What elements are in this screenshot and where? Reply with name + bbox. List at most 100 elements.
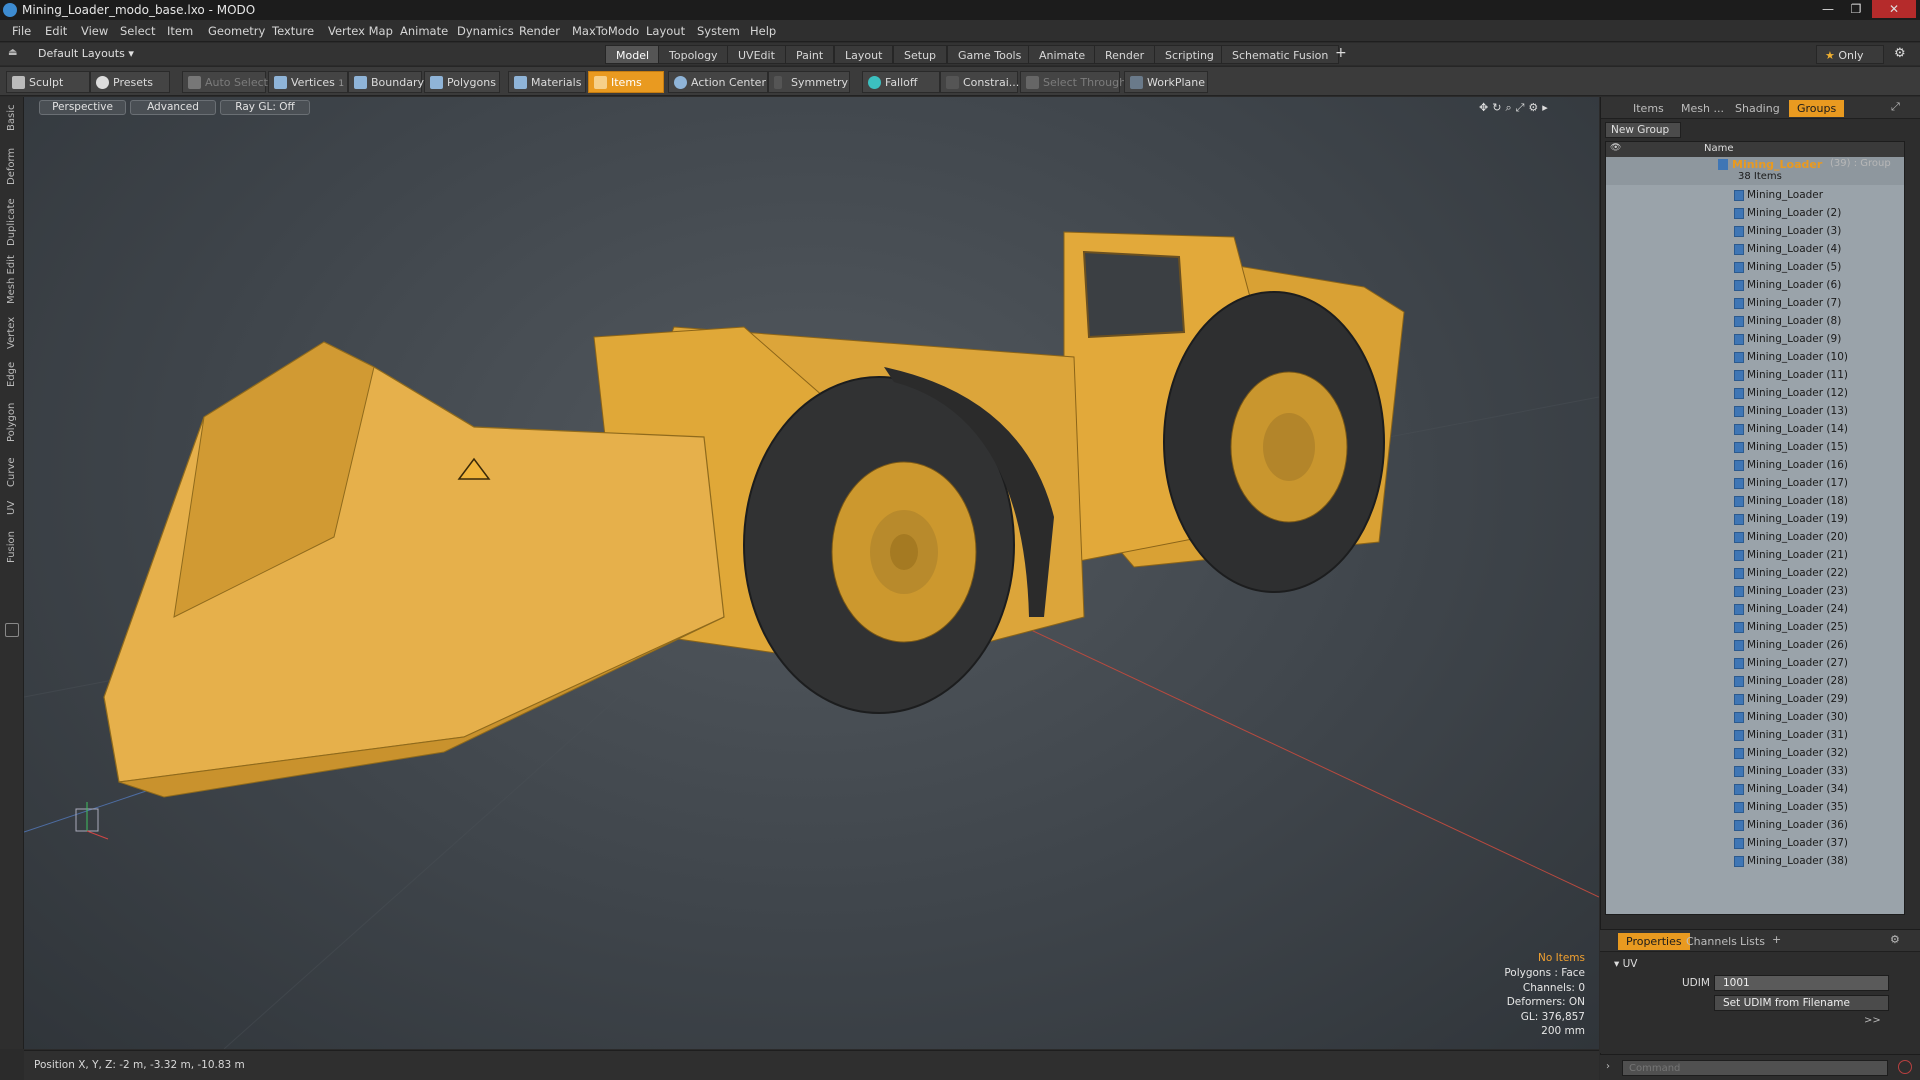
view-mode-button[interactable]: Perspective: [39, 100, 126, 115]
tab-shading[interactable]: Shading: [1727, 100, 1788, 117]
list-item[interactable]: Mining_Loader (22): [1606, 564, 1904, 582]
shading-mode-button[interactable]: Advanced: [130, 100, 216, 115]
3d-viewport[interactable]: Perspective Advanced Ray GL: Off ✥↻⌕⤢⚙▸ …: [24, 97, 1599, 1049]
menu-layout[interactable]: Layout: [646, 20, 685, 42]
list-item[interactable]: Mining_Loader (4): [1606, 240, 1904, 258]
tab-curve[interactable]: Curve: [3, 455, 21, 489]
list-item[interactable]: Mining_Loader (23): [1606, 582, 1904, 600]
menu-system[interactable]: System: [697, 20, 740, 42]
layout-menu-icon[interactable]: ⏏: [8, 47, 17, 58]
tab-edge[interactable]: Edge: [3, 359, 21, 389]
tab-duplicate[interactable]: Duplicate: [3, 197, 21, 247]
menu-item[interactable]: Item: [167, 20, 193, 42]
layout-selector[interactable]: Default Layouts ▾: [38, 47, 134, 60]
tab-animate[interactable]: Animate: [1028, 45, 1097, 64]
boundary-button[interactable]: Boundary: [348, 71, 424, 93]
new-group-button[interactable]: New Group: [1605, 122, 1681, 138]
tab-groups[interactable]: Groups: [1789, 100, 1845, 117]
list-item[interactable]: Mining_Loader (9): [1606, 330, 1904, 348]
panel-toggle-icon[interactable]: [5, 623, 19, 637]
add-tab-button[interactable]: +: [1335, 45, 1347, 61]
viewport-gear-icon[interactable]: ⚙: [1528, 101, 1542, 114]
zoom-icon[interactable]: ⌕: [1505, 101, 1515, 114]
udim-field[interactable]: 1001: [1714, 975, 1889, 991]
vertices-button[interactable]: Vertices 1: [268, 71, 348, 93]
list-item[interactable]: Mining_Loader (35): [1606, 798, 1904, 816]
close-icon[interactable]: ✕: [1872, 0, 1916, 18]
group-row[interactable]: Mining_Loader (39) : Group 38 Items: [1606, 157, 1904, 185]
constrain-button[interactable]: Constrai...: [940, 71, 1019, 93]
raygl-button[interactable]: Ray GL: Off: [220, 100, 310, 115]
list-item[interactable]: Mining_Loader (16): [1606, 456, 1904, 474]
list-item[interactable]: Mining_Loader (31): [1606, 726, 1904, 744]
list-item[interactable]: Mining_Loader (12): [1606, 384, 1904, 402]
menu-file[interactable]: File: [12, 20, 31, 42]
list-item[interactable]: Mining_Loader (36): [1606, 816, 1904, 834]
tab-scripting[interactable]: Scripting: [1154, 45, 1225, 64]
list-item[interactable]: Mining_Loader (37): [1606, 834, 1904, 852]
menu-edit[interactable]: Edit: [45, 20, 67, 42]
rotate-icon[interactable]: ↻: [1492, 101, 1505, 114]
command-stop-icon[interactable]: [1898, 1060, 1912, 1074]
list-item[interactable]: Mining_Loader (11): [1606, 366, 1904, 384]
sculpt-button[interactable]: Sculpt: [6, 71, 90, 93]
materials-button[interactable]: Materials: [508, 71, 586, 93]
workplane-button[interactable]: WorkPlane: [1124, 71, 1208, 93]
tab-fusion[interactable]: Fusion: [3, 529, 21, 565]
tab-schematic-fusion[interactable]: Schematic Fusion: [1221, 45, 1340, 64]
tab-deform[interactable]: Deform: [3, 145, 21, 187]
menu-geometry[interactable]: Geometry: [208, 20, 265, 42]
command-input[interactable]: [1622, 1060, 1888, 1076]
list-item[interactable]: Mining_Loader (24): [1606, 600, 1904, 618]
menu-maxtomodo[interactable]: MaxToModo: [572, 20, 639, 42]
menu-texture[interactable]: Texture: [272, 20, 314, 42]
properties-gear-icon[interactable]: ⚙: [1890, 933, 1900, 946]
list-item[interactable]: Mining_Loader (19): [1606, 510, 1904, 528]
list-item[interactable]: Mining_Loader (10): [1606, 348, 1904, 366]
list-item[interactable]: Mining_Loader (25): [1606, 618, 1904, 636]
list-item[interactable]: Mining_Loader (3): [1606, 222, 1904, 240]
list-item[interactable]: Mining_Loader (5): [1606, 258, 1904, 276]
fit-icon[interactable]: ⤢: [1516, 101, 1529, 114]
list-item[interactable]: Mining_Loader (2): [1606, 204, 1904, 222]
tab-game-tools[interactable]: Game Tools: [947, 45, 1033, 64]
list-item[interactable]: Mining_Loader (15): [1606, 438, 1904, 456]
list-item[interactable]: Mining_Loader (30): [1606, 708, 1904, 726]
list-item[interactable]: Mining_Loader (28): [1606, 672, 1904, 690]
tab-basic[interactable]: Basic: [3, 103, 21, 133]
auto-select-button[interactable]: Auto Select: [182, 71, 268, 93]
list-item[interactable]: Mining_Loader (18): [1606, 492, 1904, 510]
only-toggle[interactable]: ★ Only: [1816, 45, 1884, 64]
menu-select[interactable]: Select: [120, 20, 155, 42]
polygons-button[interactable]: Polygons: [424, 71, 500, 93]
list-item[interactable]: Mining_Loader (26): [1606, 636, 1904, 654]
menu-animate[interactable]: Animate: [400, 20, 448, 42]
minimize-icon[interactable]: —: [1814, 0, 1842, 18]
action-center-button[interactable]: Action Center: [668, 71, 768, 93]
list-item[interactable]: Mining_Loader: [1606, 186, 1904, 204]
tab-polygon[interactable]: Polygon: [3, 399, 21, 445]
list-item[interactable]: Mining_Loader (33): [1606, 762, 1904, 780]
menu-dynamics[interactable]: Dynamics: [457, 20, 514, 42]
tab-mesh-edit[interactable]: Mesh Edit: [3, 255, 21, 305]
menu-view[interactable]: View: [81, 20, 108, 42]
tab-uvedit[interactable]: UVEdit: [727, 45, 786, 64]
list-item[interactable]: Mining_Loader (20): [1606, 528, 1904, 546]
list-item[interactable]: Mining_Loader (7): [1606, 294, 1904, 312]
viewport-expand-icon[interactable]: ▸: [1542, 101, 1552, 114]
maximize-icon[interactable]: ❐: [1842, 0, 1870, 18]
set-udim-from-filename-button[interactable]: Set UDIM from Filename: [1714, 995, 1889, 1011]
uv-section-header[interactable]: ▾ UV: [1614, 958, 1637, 970]
list-item[interactable]: Mining_Loader (13): [1606, 402, 1904, 420]
more-button[interactable]: >>: [1864, 1015, 1881, 1026]
menu-help[interactable]: Help: [750, 20, 776, 42]
list-item[interactable]: Mining_Loader (27): [1606, 654, 1904, 672]
gear-icon[interactable]: ⚙: [1894, 46, 1906, 61]
tab-topology[interactable]: Topology: [658, 45, 729, 64]
tab-mesh[interactable]: Mesh ...: [1673, 100, 1732, 117]
tab-vertex[interactable]: Vertex: [3, 315, 21, 351]
list-item[interactable]: Mining_Loader (38): [1606, 852, 1904, 870]
presets-button[interactable]: Presets: [90, 71, 170, 93]
items-button[interactable]: Items: [588, 71, 664, 93]
tab-lists[interactable]: Lists: [1732, 933, 1773, 950]
